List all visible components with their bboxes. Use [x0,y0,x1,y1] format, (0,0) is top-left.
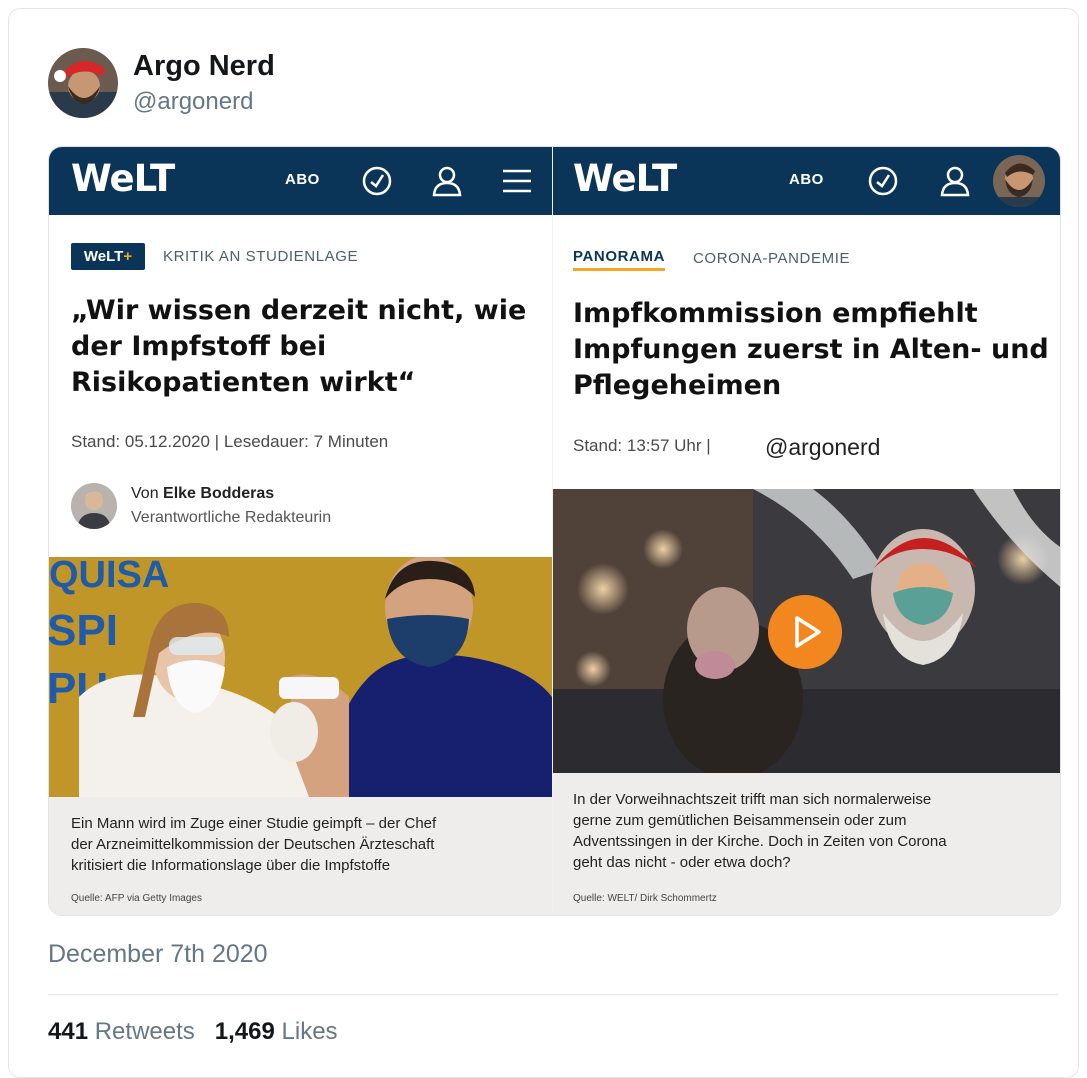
article-headline: „Wir wissen derzeit nicht, wie der Impfs… [71,295,527,398]
menu-icon [503,169,531,193]
overlay-avatar [993,155,1045,207]
welt-logo: WeLT [71,157,175,200]
photo-caption-box: In der Vorweihnachtszeit trifft man sich… [553,773,1060,915]
author-role: Verantwortliche Redakteurin [131,509,332,526]
watermark-handle: @argonerd [765,434,881,460]
welt-plus-badge: WeLT+ [71,243,145,270]
tweet-media[interactable]: WeLT ABO WeLT+ KRITIK AN STUDIENLAGE „Wi… [48,146,1061,916]
article-kicker: CORONA-PANDEMIE [693,250,851,267]
clock-icon [868,166,898,196]
abo-label: ABO [789,171,824,188]
article-headline: Impfkommission empfiehlt Impfungen zuers… [573,298,1049,401]
tweet-date[interactable]: December 7th 2020 [48,940,268,969]
welt-logo: WeLT [573,157,677,200]
retweet-count[interactable]: 441 [48,1018,88,1045]
article-video-thumbnail[interactable] [553,489,1060,773]
user-icon [432,166,462,197]
play-icon [795,616,821,648]
author-line: Von Elke Bodderas [131,485,275,502]
likes-label[interactable]: Likes [282,1018,338,1045]
divider [48,994,1058,995]
abo-label: ABO [285,171,320,188]
left-article-screenshot: WeLT ABO WeLT+ KRITIK AN STUDIENLAGE „Wi… [49,147,552,915]
photo-sign-text: QUISA [49,557,169,596]
right-article-screenshot: WeLT ABO PANORAMA CORONA-PANDEMIE Impfko… [552,147,1060,915]
display-name[interactable]: Argo Nerd [133,50,275,83]
clock-icon [362,166,392,196]
photo-source: Quelle: AFP via Getty Images [71,893,202,904]
author-avatar [71,483,117,529]
svg-text:SPI: SPI [49,606,118,655]
photo-caption: In der Vorweihnachtszeit trifft man sich… [573,791,947,871]
retweets-label[interactable]: Retweets [95,1018,195,1045]
article-stand: Stand: 13:57 Uhr | [573,436,711,455]
section-label: PANORAMA [573,248,666,271]
photo-caption: Ein Mann wird im Zuge einer Studie geimp… [71,815,437,874]
user-icon [940,166,970,197]
photo-caption-box: Ein Mann wird im Zuge einer Studie geimp… [49,797,552,915]
tweet-stats: 441 Retweets 1,469 Likes [48,1018,338,1046]
play-button[interactable] [768,595,842,669]
like-count[interactable]: 1,469 [215,1018,275,1045]
user-avatar[interactable] [48,48,118,118]
welt-header: WeLT ABO [49,147,552,215]
article-kicker: KRITIK AN STUDIENLAGE [163,248,359,265]
user-handle[interactable]: @argonerd [133,88,253,116]
photo-source: Quelle: WELT/ Dirk Schommertz [573,893,717,904]
article-stand: Stand: 05.12.2020 | Lesedauer: 7 Minuten [71,432,389,451]
welt-header: WeLT ABO [553,147,1060,215]
article-photo-vaccination: QUISA SPI PU [49,557,552,797]
